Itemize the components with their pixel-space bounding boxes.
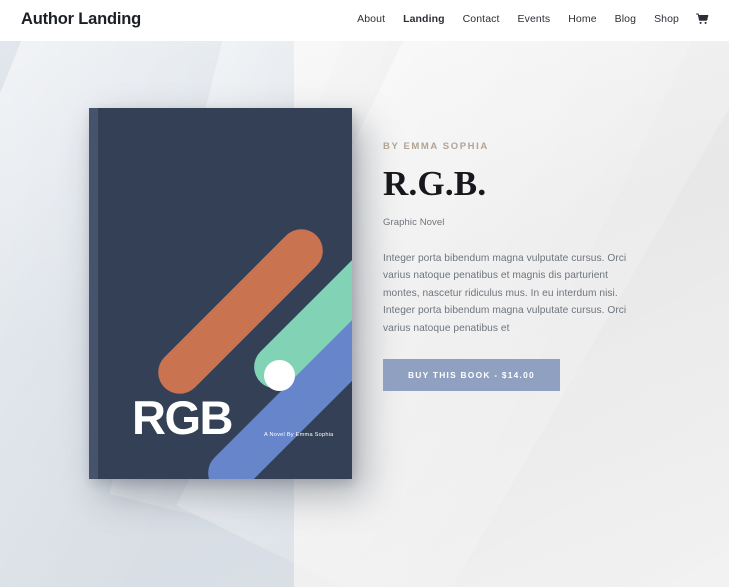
- hero-description: Integer porta bibendum magna vulputate c…: [383, 252, 627, 334]
- cart-button[interactable]: [688, 13, 711, 25]
- genre-label: Graphic Novel: [383, 216, 445, 228]
- book-spine: [89, 108, 98, 479]
- nav-item-blog[interactable]: Blog: [606, 13, 645, 25]
- site-logo[interactable]: Author Landing: [21, 10, 141, 29]
- main-navigation: About Landing Contact Events Home Blog S…: [348, 13, 711, 25]
- book-cover-subtitle: A Novel By Emma Sophia: [264, 432, 334, 438]
- nav-item-events[interactable]: Events: [509, 13, 560, 25]
- hero-content: BY EMMA SOPHIA R.G.B. Graphic Novel Inte…: [383, 141, 653, 392]
- buy-this-book-button[interactable]: BUY THIS BOOK - $14.00: [383, 359, 560, 392]
- nav-item-shop[interactable]: Shop: [645, 13, 688, 25]
- site-header: Author Landing About Landing Contact Eve…: [0, 0, 729, 41]
- page-title: R.G.B.: [383, 164, 487, 203]
- book-cover-title: RGB: [132, 391, 233, 444]
- book-cover-image: RGB A Novel By Emma Sophia: [89, 108, 352, 479]
- nav-item-about[interactable]: About: [348, 13, 394, 25]
- shopping-cart-icon: [696, 13, 709, 24]
- landing-page: RGB A Novel By Emma Sophia Author Landin…: [0, 0, 729, 587]
- nav-item-landing[interactable]: Landing: [394, 13, 454, 25]
- white-dot-shape: [264, 360, 295, 391]
- author-eyebrow: BY EMMA SOPHIA: [383, 141, 489, 152]
- nav-item-home[interactable]: Home: [559, 13, 605, 25]
- nav-item-contact[interactable]: Contact: [454, 13, 509, 25]
